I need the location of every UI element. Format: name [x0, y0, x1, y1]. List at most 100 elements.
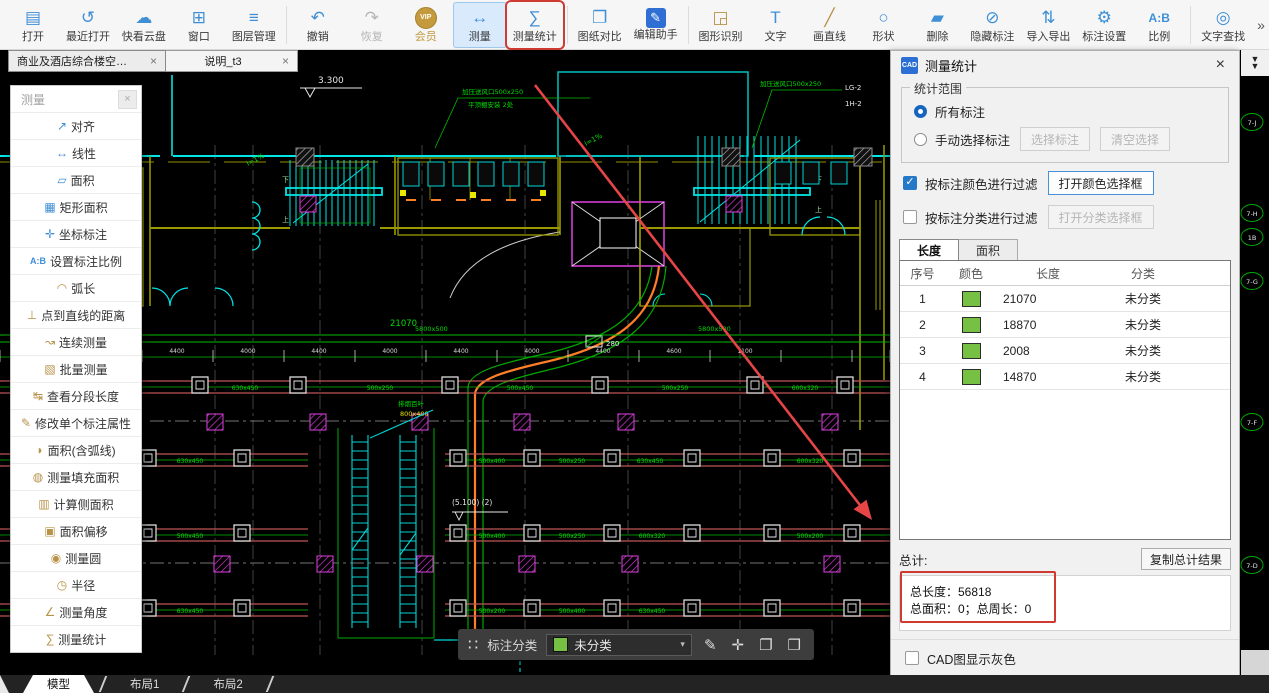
delete-button[interactable]: ▰删除 — [910, 2, 964, 48]
document-tab-bar: 商业及酒店综合楼空… × 说明_t3 × — [8, 50, 298, 72]
scale-button[interactable]: A:B比例 — [1132, 2, 1186, 48]
tool-area-with-arc[interactable]: ◗面积(含弧线) — [11, 436, 141, 463]
elevation-label: 3.300 — [318, 76, 344, 86]
recent-open-button[interactable]: ↺最近打开 — [60, 2, 116, 48]
toolbar-overflow-button[interactable]: » — [1253, 17, 1269, 33]
tab-model[interactable]: 模型 — [23, 675, 94, 693]
tool-area-offset[interactable]: ▣面积偏移 — [11, 517, 141, 544]
edit-assistant-button[interactable]: ✎编辑助手 — [628, 2, 684, 48]
edit-annotation-button[interactable]: ✎ — [701, 636, 720, 654]
tool-fill-area[interactable]: ◍测量填充面积 — [11, 463, 141, 490]
vip-icon: VIP — [415, 7, 437, 29]
drawing-compare-button[interactable]: ❐图纸对比 — [572, 2, 628, 48]
redo-icon: ↷ — [365, 6, 379, 30]
tool-arc-length[interactable]: ◠弧长 — [11, 274, 141, 301]
table-row[interactable]: 4 14870 未分类 — [900, 364, 1230, 390]
open-color-picker-button[interactable]: 打开颜色选择框 — [1048, 171, 1154, 195]
panel-collapse-button[interactable]: ▼ ▼ — [1241, 50, 1269, 76]
coordinate-icon: ✛ — [45, 227, 55, 241]
tool-measure-circle[interactable]: ◉测量圆 — [11, 544, 141, 571]
copy-totals-button[interactable]: 复制总计结果 — [1141, 548, 1231, 570]
tool-measure-angle[interactable]: ∠测量角度 — [11, 598, 141, 625]
shape-recognition-button[interactable]: ◲图形识别 — [693, 2, 749, 48]
import-export-button[interactable]: ⇅导入导出 — [1020, 2, 1076, 48]
tool-radius[interactable]: ◷半径 — [11, 571, 141, 598]
tool-coordinate[interactable]: ✛坐标标注 — [11, 220, 141, 247]
toolbar-divider — [567, 6, 568, 44]
tool-point-line-distance[interactable]: ⊥点到直线的距离 — [11, 301, 141, 328]
table-row[interactable]: 1 21070 未分类 — [900, 286, 1230, 312]
columns — [207, 148, 872, 572]
text-search-button[interactable]: ◎文字查找 — [1195, 2, 1251, 48]
stair-down-label: 下 — [282, 176, 289, 184]
measure-button[interactable]: ↔测量 — [453, 2, 507, 48]
vip-member-button[interactable]: VIP会员 — [399, 2, 453, 48]
close-icon[interactable]: × — [1212, 56, 1229, 74]
shapes-button[interactable]: ○形状 — [856, 2, 910, 48]
tab-area[interactable]: 面积 — [959, 239, 1018, 260]
cad-gray-checkbox[interactable] — [905, 651, 919, 665]
tool-rect-area[interactable]: ▦矩形面积 — [11, 193, 141, 220]
tool-align[interactable]: ↗对齐 — [11, 112, 141, 139]
close-icon[interactable]: × — [282, 54, 289, 68]
clear-selection-button[interactable]: 清空选择 — [1100, 127, 1170, 151]
undo-button[interactable]: ↶撤销 — [291, 2, 345, 48]
cloud-disk-button[interactable]: ☁快看云盘 — [116, 2, 172, 48]
tool-batch-measure[interactable]: ▧批量测量 — [11, 355, 141, 382]
panel-title: 测量 — [21, 91, 45, 108]
slope-label-2: i=1% — [583, 132, 604, 148]
svg-text:630x450: 630x450 — [177, 608, 204, 615]
open-category-picker-button[interactable]: 打开分类选择框 — [1048, 205, 1154, 229]
stair-up-label: 上 — [282, 215, 289, 224]
measure-stats-button[interactable]: ∑测量统计 — [507, 2, 563, 48]
redo-button[interactable]: ↷恢复 — [345, 2, 399, 48]
svg-text:4400: 4400 — [595, 348, 610, 355]
tab-layout1[interactable]: 布局1 — [112, 675, 177, 693]
select-annotations-button[interactable]: 选择标注 — [1020, 127, 1090, 151]
window-button[interactable]: ⊞窗口 — [172, 2, 226, 48]
open-icon: ▤ — [25, 6, 41, 30]
circle-icon: ◉ — [51, 551, 61, 565]
tool-area[interactable]: ▱面积 — [11, 166, 141, 193]
tool-measure-stats[interactable]: ∑测量统计 — [11, 625, 141, 652]
main-toolbar: ▤打开 ↺最近打开 ☁快看云盘 ⊞窗口 ≡图层管理 ↶撤销 ↷恢复 VIP会员 … — [0, 0, 1269, 50]
svg-text:500x250: 500x250 — [662, 385, 689, 392]
radio-manual-select[interactable] — [914, 133, 927, 146]
pencil-icon: ✎ — [21, 416, 31, 430]
tool-scale-setting[interactable]: A:B设置标注比例 — [11, 247, 141, 274]
radius-icon: ◷ — [57, 578, 67, 592]
table-row[interactable]: 2 18870 未分类 — [900, 312, 1230, 338]
doc-tab-2[interactable]: 说明_t3 × — [166, 50, 298, 72]
close-icon[interactable]: × — [150, 54, 157, 68]
open-button[interactable]: ▤打开 — [6, 2, 60, 48]
classification-dropdown[interactable]: 未分类 ▾ — [546, 634, 692, 656]
grid-bubbles: 7-J 7-H 1B 7-G 7-F 7-D — [1241, 114, 1263, 574]
layout-nav-icon[interactable] — [0, 675, 9, 693]
close-icon[interactable]: × — [118, 90, 137, 109]
draw-line-button[interactable]: ╱画直线 — [802, 2, 856, 48]
radio-all-annotations[interactable] — [914, 105, 927, 118]
move-annotation-button[interactable]: ✛ — [729, 636, 748, 654]
tool-continuous-measure[interactable]: ↝连续测量 — [11, 328, 141, 355]
tool-side-area[interactable]: ▥计算侧面积 — [11, 490, 141, 517]
tool-segment-length[interactable]: ↹查看分段长度 — [11, 382, 141, 409]
compare-icon: ❐ — [592, 6, 607, 30]
tool-linear[interactable]: ↔线性 — [11, 139, 141, 166]
filter-by-category-checkbox[interactable] — [903, 210, 917, 224]
doc-tab-active[interactable]: 商业及酒店综合楼空… × — [8, 50, 166, 72]
table-row[interactable]: 3 2008 未分类 — [900, 338, 1230, 364]
filter-by-color-checkbox[interactable]: ✓ — [903, 176, 917, 190]
hide-annotations-button[interactable]: ⊘隐藏标注 — [964, 2, 1020, 48]
text-button[interactable]: T文字 — [748, 2, 802, 48]
paste-annotation-button[interactable]: ❒ — [785, 636, 804, 654]
line-icon: ╱ — [824, 6, 834, 30]
tab-layout2[interactable]: 布局2 — [195, 675, 260, 693]
svg-text:500x250: 500x250 — [559, 458, 586, 465]
tool-edit-annotation[interactable]: ✎修改单个标注属性 — [11, 409, 141, 436]
annotation-settings-button[interactable]: ⚙标注设置 — [1076, 2, 1132, 48]
grid-ref-lh2: 1H-2 — [845, 100, 862, 108]
tab-length[interactable]: 长度 — [899, 239, 959, 260]
copy-annotation-button[interactable]: ❐ — [756, 636, 775, 654]
layer-manager-button[interactable]: ≡图层管理 — [226, 2, 282, 48]
gear-icon: ⚙ — [1097, 6, 1112, 30]
